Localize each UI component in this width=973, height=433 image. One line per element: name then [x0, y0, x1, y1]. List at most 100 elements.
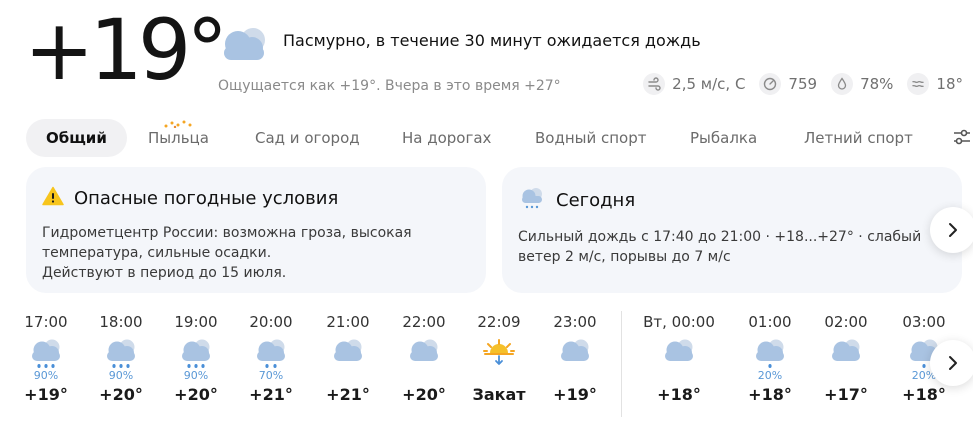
cloud-icon — [555, 337, 595, 369]
hour-temperature: +19° — [24, 385, 68, 404]
hour-time: 03:00 — [902, 313, 946, 331]
alert-line: температура, сильные осадки. — [42, 245, 272, 261]
hour-time: 23:00 — [553, 313, 597, 331]
pressure-icon — [759, 73, 782, 95]
tab-fishing[interactable]: Рыбалка — [690, 119, 757, 157]
rain-cloud-icon — [518, 186, 546, 215]
hourly-item: Вт, 00:00 +18° — [639, 313, 719, 404]
cards-next-button[interactable] — [930, 207, 973, 253]
humidity-metric: 78% — [831, 73, 893, 95]
heavy-rain-icon — [101, 337, 141, 369]
hour-temperature: +21° — [249, 385, 293, 404]
hourly-item: 19:00 90% +20° — [166, 313, 226, 404]
humidity-value: 78% — [860, 75, 894, 93]
heavy-rain-icon — [176, 337, 216, 369]
water-temp-icon — [907, 73, 930, 95]
hour-temperature: +19° — [553, 385, 597, 404]
hour-temperature: +20° — [174, 385, 218, 404]
hour-temperature: +21° — [326, 385, 370, 404]
hour-time: 02:00 — [824, 313, 868, 331]
precip-probability: 90% — [183, 369, 209, 382]
hour-temperature: +20° — [402, 385, 446, 404]
cloud-icon — [404, 337, 444, 369]
hour-time: 18:00 — [99, 313, 143, 331]
hour-time: Вт, 00:00 — [643, 313, 715, 331]
hourly-item: 22:09 Закат — [469, 313, 529, 404]
today-card-text: Сильный дождь с 17:40 до 21:00 · +18...+… — [518, 227, 946, 267]
precip-probability — [816, 369, 876, 382]
precip-probability — [318, 369, 378, 382]
tab-garden[interactable]: Сад и огород — [255, 119, 360, 157]
feels-like-text: Ощущается как +19°. Вчера в это время +2… — [218, 78, 561, 94]
hourly-item: 18:00 90% +20° — [91, 313, 151, 404]
alert-card[interactable]: Опасные погодные условия Гидрометцентр Р… — [26, 167, 486, 293]
hour-temperature: Закат — [472, 385, 526, 404]
hourly-item: 20:00 70% +21° — [241, 313, 301, 404]
sunset-icon — [479, 337, 519, 369]
precip-probability: 20% — [757, 369, 783, 382]
chevron-right-icon — [949, 223, 957, 237]
precip-probability: 90% — [33, 369, 59, 382]
heavy-rain-icon — [26, 337, 66, 369]
water-temp-metric: 18° — [907, 73, 963, 95]
precip-probability — [545, 369, 605, 382]
cloud-icon — [659, 337, 699, 369]
today-card-title: Сегодня — [518, 186, 946, 215]
hourly-item: 17:00 90% +19° — [16, 313, 76, 404]
pressure-metric: 759 — [759, 73, 817, 95]
settings-sliders-icon[interactable] — [953, 129, 971, 149]
humidity-icon — [831, 73, 854, 95]
hour-temperature: +18° — [748, 385, 792, 404]
precip-probability: 90% — [108, 369, 134, 382]
tab-roads[interactable]: На дорогах — [402, 119, 491, 157]
chevron-right-icon — [949, 356, 957, 370]
alert-card-text: Гидрометцентр России: возможна гроза, вы… — [42, 223, 470, 283]
tab-general[interactable]: Общий — [26, 119, 127, 157]
hourly-item: 23:00 +19° — [545, 313, 605, 404]
precip-probability — [469, 369, 529, 382]
precip-probability: 70% — [258, 369, 284, 382]
hour-time: 19:00 — [174, 313, 218, 331]
tab-bar: Общий Пыльца Сад и огород На дорогах Вод… — [26, 119, 973, 157]
hour-time: 20:00 — [249, 313, 293, 331]
precip-probability — [639, 369, 719, 382]
rain-icon — [251, 337, 291, 369]
tab-water-sport[interactable]: Водный спорт — [535, 119, 647, 157]
current-temperature: +19° — [24, 1, 228, 99]
pressure-value: 759 — [788, 75, 818, 93]
metrics-row: 2,5 м/с, С 759 78% 18° — [643, 73, 963, 95]
today-line: Сильный дождь с 17:40 до 21:00 · +18...+… — [518, 229, 922, 245]
light-rain-icon — [750, 337, 790, 369]
cloud-icon — [826, 337, 866, 369]
alert-line: Действуют в период до 15 июля. — [42, 265, 287, 281]
hourly-item: 02:00 +17° — [816, 313, 876, 404]
hour-temperature: +20° — [99, 385, 143, 404]
hour-time: 17:00 — [24, 313, 68, 331]
hourly-item: 21:00 +21° — [318, 313, 378, 404]
hour-time: 01:00 — [748, 313, 792, 331]
cloud-icon — [216, 22, 272, 68]
tab-pollen[interactable]: Пыльца — [148, 119, 209, 157]
alert-title-text: Опасные погодные условия — [74, 188, 339, 209]
wind-value: 2,5 м/с, С — [672, 75, 746, 93]
alert-card-title: Опасные погодные условия — [42, 186, 470, 211]
today-title-text: Сегодня — [556, 190, 636, 211]
hourly-forecast: 17:00 90% +19° 18:00 90% +20° 19:00 90% +20° 20:0… — [0, 313, 973, 423]
hourly-next-button[interactable] — [930, 340, 973, 386]
tab-summer-sport[interactable]: Летний спорт — [804, 119, 913, 157]
hour-time: 22:00 — [402, 313, 446, 331]
hourly-item: 22:00 +20° — [394, 313, 454, 404]
hour-temperature: +18° — [657, 385, 701, 404]
today-card[interactable]: Сегодня Сильный дождь с 17:40 до 21:00 ·… — [502, 167, 962, 293]
precip-probability — [394, 369, 454, 382]
hour-temperature: +17° — [824, 385, 868, 404]
hourly-item: 01:00 20% +18° — [740, 313, 800, 404]
wind-metric: 2,5 м/с, С — [643, 73, 745, 95]
water-temp-value: 18° — [936, 75, 963, 93]
cloud-icon — [328, 337, 368, 369]
hour-time: 22:09 — [477, 313, 521, 331]
today-line: ветер 2 м/с, порывы до 7 м/с — [518, 249, 731, 265]
wind-icon — [643, 73, 666, 95]
condition-text: Пасмурно, в течение 30 минут ожидается д… — [283, 31, 701, 50]
warning-icon — [42, 186, 64, 211]
